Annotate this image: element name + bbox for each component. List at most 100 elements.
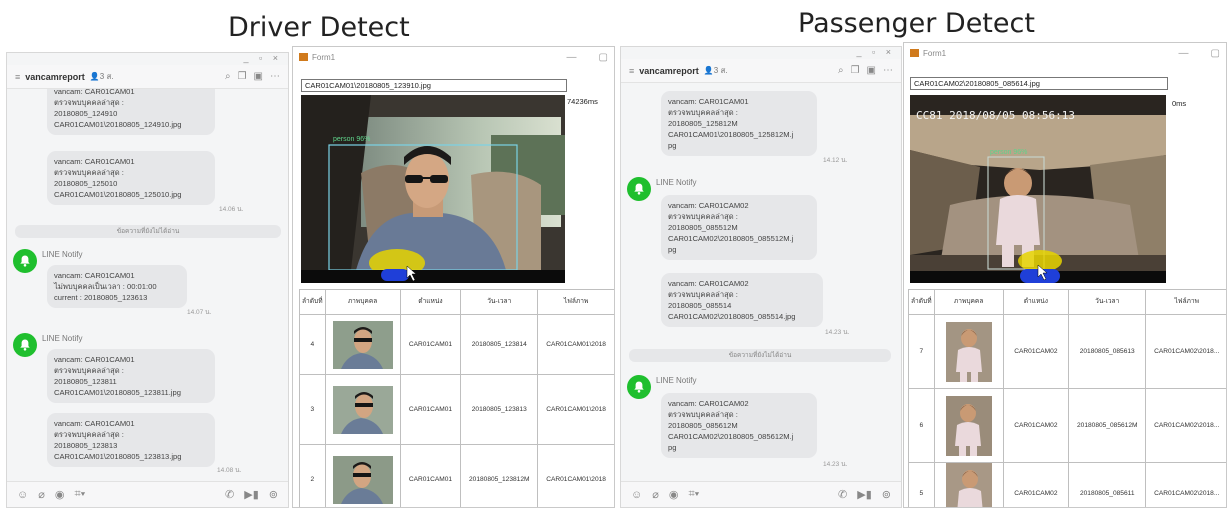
line-notify-avatar[interactable] [627,177,651,201]
table-row[interactable]: 5 CAR01CAM02 20180805_085611 CAR01CAM02\… [908,462,1226,507]
table-row[interactable]: 4 CAR01CAM01 20180805_123814 CAR01CAM01\… [299,314,614,375]
line-notify-avatar[interactable] [13,249,37,273]
row-no: 5 [908,462,935,507]
message-bubble: vancam: CAR01CAM01 ไม่พบบุคคลเป็นเวลา : … [47,265,187,308]
search-icon[interactable]: ⌕ [838,65,844,76]
line-notify-avatar[interactable] [627,375,651,399]
call-icon[interactable]: ✆ [225,488,234,501]
call-icon[interactable]: ✆ [838,488,847,501]
col-header-datetime: วัน-เวลา [1067,289,1147,315]
table-row[interactable]: 7 CAR01CAM02 20180805_085613 CAR01CAM02\… [908,314,1226,389]
more-icon[interactable]: ⋯ [270,71,280,82]
row-file: CAR01CAM01\2018 [537,444,614,507]
message-time: 14.12 น. [823,157,848,164]
row-thumbnail [324,314,401,375]
elapsed-time: 74236ms [567,97,598,106]
line-notify-avatar[interactable] [13,333,37,357]
chat-window-controls[interactable]: _ ▫ × [621,47,901,59]
image-path-field[interactable]: CAR01CAM01\20180805_123910.jpg [301,79,567,92]
message-bubble: vancam: CAR01CAM02 ตรวจพบบุคคลล่าสุด : 2… [661,393,817,458]
row-datetime: 20180805_085612M [1067,388,1147,463]
message-time: 14.23 น. [823,461,848,468]
app-icon [910,49,919,57]
col-header-position: ตำแหน่ง [399,289,462,315]
elapsed-time: 0ms [1172,99,1187,108]
table-row[interactable]: 3 CAR01CAM01 20180805_123813 CAR01CAM01\… [299,374,614,445]
detection-label: person 96% [333,136,370,143]
member-count: 👤3 ส. [703,66,728,75]
row-no: 6 [908,388,935,463]
row-camera: CAR01CAM01 [399,374,462,445]
row-file: CAR01CAM01\2018 [537,314,614,375]
settings-icon[interactable]: ⊚ [882,488,891,501]
notes-icon[interactable]: ❐ [851,65,860,76]
message-bubble: vancam: CAR01CAM01 ตรวจพบบุคคลล่าสุด : 2… [47,89,215,135]
message-time: 14.08 น. [217,467,242,474]
passenger-camera-view: person 96% CC81 2018/08/05 08:56:13 [910,95,1166,283]
form-title: Form1 [923,48,947,58]
row-no: 4 [299,314,326,375]
col-header-no: ลำดับที่ [908,289,935,315]
maximize-button[interactable]: ▢ [599,52,608,63]
sticker-icon[interactable]: ◉ [55,488,65,501]
chat-input-bar: ☺ ⌀ ◉ ⌗▾ ✆ ▶▮ ⊚ [7,481,288,507]
attach-icon[interactable]: ⌀ [652,488,659,501]
driver-camera-view: person 96% [301,95,565,283]
col-header-no: ลำดับที่ [299,289,326,315]
attach-icon[interactable]: ⌀ [38,488,45,501]
message-bubble: vancam: CAR01CAM01 ตรวจพบบุคคลล่าสุด : 2… [661,91,817,156]
chat-messages: vancam: CAR01CAM01 ตรวจพบบุคคลล่าสุด : 2… [621,83,901,481]
left-line-chat: _ ▫ × ≡ vancamreport 👤3 ส. ⌕ ❐ ▣ ⋯ vanca… [6,52,289,508]
row-thumbnail [933,462,1004,507]
col-header-image: ภาพบุคคล [933,289,1004,315]
row-datetime: 20180805_085611 [1067,462,1147,507]
album-icon[interactable]: ▣ [867,65,876,76]
sender-name: LINE Notify [656,177,697,187]
message-bubble: vancam: CAR01CAM01 ตรวจพบบุคคลล่าสุด : 2… [47,413,215,467]
settings-icon[interactable]: ⊚ [269,488,278,501]
table-row[interactable]: 2 CAR01CAM01 20180805_123812M CAR01CAM01… [299,444,614,507]
row-camera: CAR01CAM02 [1002,462,1070,507]
form-titlebar: Form1 — ▢ [904,43,1226,63]
minimize-button[interactable]: — [1179,48,1189,59]
right-line-chat: _ ▫ × ≡ vancamreport 👤3 ส. ⌕ ❐ ▣ ⋯ vanca… [620,46,902,508]
detection-label: person 96% [990,149,1027,156]
notes-icon[interactable]: ❐ [238,71,247,82]
chat-window-controls[interactable]: _ ▫ × [7,53,288,65]
chat-messages: vancam: CAR01CAM01 ตรวจพบบุคคลล่าสุด : 2… [7,89,288,481]
row-datetime: 20180805_123812M [460,444,539,507]
row-no: 2 [299,444,326,507]
emoji-icon[interactable]: ☺ [17,489,28,501]
video-icon[interactable]: ▶▮ [244,488,259,501]
more-icon[interactable]: ⋯ [883,65,893,76]
crop-icon[interactable]: ⌗▾ [688,488,699,501]
row-no: 3 [299,374,326,445]
sticker-icon[interactable]: ◉ [669,488,679,501]
search-icon[interactable]: ⌕ [225,71,231,82]
chat-header: ≡ vancamreport 👤3 ส. ⌕ ❐ ▣ ⋯ [7,65,288,89]
message-bubble: vancam: CAR01CAM02 ตรวจพบบุคคลล่าสุด : 2… [661,273,823,327]
row-thumbnail [933,314,1004,389]
row-file: CAR01CAM01\2018 [537,374,614,445]
row-datetime: 20180805_123814 [460,314,539,375]
album-icon[interactable]: ▣ [254,71,263,82]
driver-detection-table: ลำดับที่ ภาพบุคคล ตำแหน่ง วัน-เวลา ไฟล์ภ… [299,289,614,507]
menu-icon[interactable]: ≡ [15,72,20,82]
video-icon[interactable]: ▶▮ [857,488,872,501]
col-header-file: ไฟล์ภาพ [537,289,614,315]
col-header-datetime: วัน-เวลา [460,289,539,315]
row-camera: CAR01CAM02 [1002,388,1070,463]
table-row[interactable]: 6 CAR01CAM02 20180805_085612M CAR01CAM02… [908,388,1226,463]
message-time: 14.07 น. [187,309,212,316]
sender-name: LINE Notify [656,375,697,385]
image-path-field[interactable]: CAR01CAM02\20180805_085614.jpg [910,77,1168,90]
row-no: 7 [908,314,935,389]
emoji-icon[interactable]: ☺ [631,489,642,501]
menu-icon[interactable]: ≡ [629,66,634,76]
passenger-detection-table: ลำดับที่ ภาพบุคคล ตำแหน่ง วัน-เวลา ไฟล์ภ… [908,289,1226,507]
maximize-button[interactable]: ▢ [1211,48,1220,59]
message-time: 14.23 น. [825,329,850,336]
crop-icon[interactable]: ⌗▾ [74,488,85,501]
row-file: CAR01CAM02\2018... [1145,388,1226,463]
minimize-button[interactable]: — [567,52,577,63]
